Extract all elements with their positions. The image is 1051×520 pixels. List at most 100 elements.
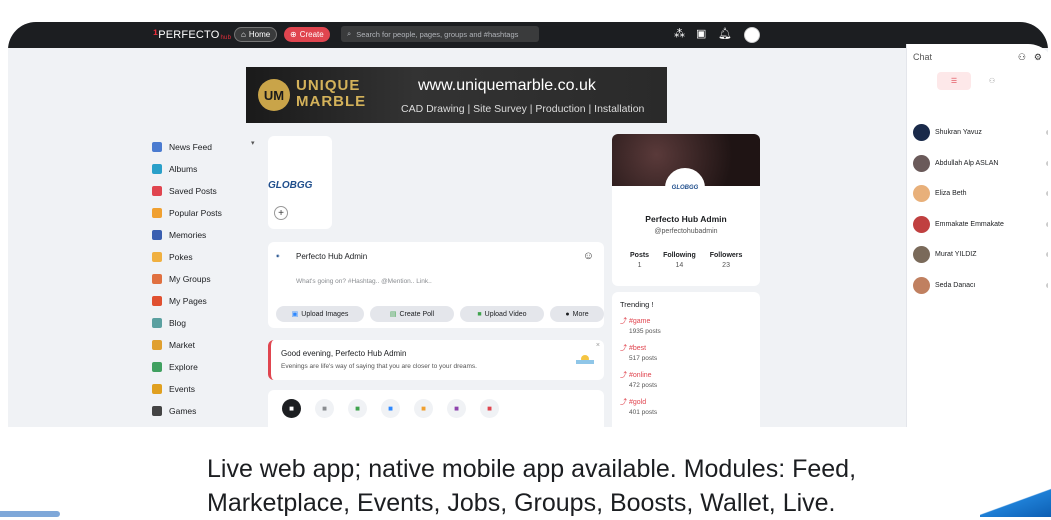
- avatar: [913, 276, 930, 294]
- trending-card: Trending ! ⤴ #game 1935 posts ⤴ #best 517 p…: [612, 292, 760, 427]
- composer-username: Perfecto Hub Admin: [296, 252, 368, 261]
- trending-item[interactable]: ⤴ #game 1935 posts: [620, 316, 661, 335]
- banner-logo: UM: [258, 79, 290, 111]
- user-avatar[interactable]: [744, 27, 760, 43]
- hashtag-text: #game: [628, 318, 651, 325]
- sidebar-item-popular-posts[interactable]: Popular Posts: [152, 202, 262, 224]
- music-icon[interactable]: ■: [414, 399, 433, 418]
- sidebar-item-saved-posts[interactable]: Saved Posts: [152, 180, 262, 202]
- sidebar-item-label: Saved Posts: [169, 186, 217, 196]
- chat-user[interactable]: Seda Danacı: [913, 276, 1048, 294]
- sidebar-item-explore[interactable]: Explore: [152, 356, 262, 378]
- stat-value: 23: [722, 262, 730, 269]
- stat-label: Followers: [709, 252, 743, 259]
- pages-icon: [152, 296, 162, 306]
- greeting-subtitle: Evenings are life's way of saying that y…: [281, 363, 477, 370]
- hashtag-label: ⤴ #online: [620, 370, 657, 380]
- upload-video-button[interactable]: ■ Upload Video: [460, 306, 544, 322]
- more-button[interactable]: ● More: [550, 306, 604, 322]
- sidebar-item-blog[interactable]: Blog: [152, 312, 262, 334]
- stat-value: 14: [675, 262, 684, 269]
- tab-online-users[interactable]: ☰: [937, 72, 971, 90]
- more-icon: ●: [565, 310, 570, 318]
- home-button[interactable]: ⌂ Home: [234, 27, 278, 42]
- tab-groups[interactable]: ⚇: [975, 72, 1009, 90]
- albums-icon: [152, 164, 162, 174]
- image-icon[interactable]: ■: [348, 399, 367, 418]
- sidebar-item-market[interactable]: Market: [152, 334, 262, 356]
- composer-avatar: ◉: [276, 253, 280, 258]
- quick-post-types: ■ ■ ■ ■ ■ ■ ■: [268, 390, 604, 427]
- plus-circle-icon: ⊕: [290, 30, 297, 39]
- sidebar-item-label: Blog: [169, 318, 187, 328]
- video-icon: ■: [477, 310, 482, 318]
- profile-name[interactable]: Perfecto Hub Admin: [612, 214, 760, 224]
- chat-user-name: Shukran Yavuz: [935, 129, 982, 136]
- trending-title: Trending !: [620, 300, 654, 309]
- bell-icon[interactable]: 🔔︎: [718, 27, 732, 40]
- chat-user[interactable]: Abdullah Alp ASLAN: [913, 154, 1048, 172]
- add-story-icon[interactable]: +: [274, 206, 288, 220]
- caption-line-2: Marketplace, Events, Jobs, Groups, Boost…: [207, 489, 836, 517]
- gif-icon[interactable]: ■: [315, 399, 334, 418]
- video-icon[interactable]: ■: [381, 399, 400, 418]
- following-stat[interactable]: Following 14: [663, 252, 696, 269]
- app-window: ¹ PERFECTO hub ⌂ Home ⊕ Create ⌕ Search …: [8, 22, 1048, 427]
- create-poll-button[interactable]: ▤ Create Poll: [370, 306, 454, 322]
- close-icon[interactable]: ×: [596, 342, 600, 349]
- greeting-card: Good evening, Perfecto Hub Admin Evening…: [268, 340, 604, 380]
- live-icon[interactable]: ■: [480, 399, 499, 418]
- add-friend-icon[interactable]: ⁂: [674, 27, 685, 40]
- market-icon: [152, 340, 162, 350]
- explore-icon: [152, 362, 162, 372]
- trending-item[interactable]: ⤴ #best 517 posts: [620, 343, 657, 362]
- composer-input[interactable]: What's going on? #Hashtag.. @Mention.. L…: [296, 278, 432, 285]
- stat-value: 1: [637, 262, 642, 269]
- trending-item[interactable]: ⤴ #gold 401 posts: [620, 397, 657, 416]
- chat-user[interactable]: Emmakate Emmakate: [913, 215, 1048, 233]
- trend-arrow-icon: ⤴: [620, 318, 629, 325]
- create-button[interactable]: ⊕ Create: [284, 27, 330, 42]
- story-logo: GLOBGG: [268, 180, 313, 191]
- search-input[interactable]: ⌕ Search for people, pages, groups and #…: [341, 26, 539, 42]
- followers-stat[interactable]: Followers 23: [710, 252, 743, 269]
- trend-arrow-icon: ⤴: [620, 345, 629, 352]
- avatar: [913, 246, 930, 263]
- sidebar-item-news-feed[interactable]: News Feed: [152, 136, 262, 158]
- status-dot-icon: [1046, 221, 1048, 227]
- chat-user[interactable]: Eliza Beth: [913, 185, 1048, 202]
- banner-brand-line1: UNIQUE: [296, 77, 361, 94]
- site-logo[interactable]: ¹ PERFECTO hub: [153, 26, 231, 44]
- sidebar-item-memories[interactable]: Memories: [152, 224, 262, 246]
- sidebar-item-my-pages[interactable]: My Pages: [152, 290, 262, 312]
- logo-hub-text: hub: [220, 35, 232, 41]
- emoji-icon[interactable]: ☺: [583, 250, 594, 262]
- chevron-down-icon[interactable]: ▾: [251, 139, 255, 147]
- left-sidebar: News Feed Albums Saved Posts Popular Posts M…: [152, 136, 262, 422]
- stat-label: Posts: [630, 252, 650, 259]
- messages-icon[interactable]: ▣: [696, 27, 706, 40]
- users-icon[interactable]: ⚇: [1018, 52, 1026, 63]
- chat-user[interactable]: Shukran Yavuz: [913, 124, 1048, 141]
- profile-avatar[interactable]: GLOBGG: [665, 168, 705, 208]
- games-icon: [152, 406, 162, 416]
- trending-item[interactable]: ⤴ #online 472 posts: [620, 370, 657, 389]
- sidebar-item-games[interactable]: Games: [152, 400, 262, 422]
- upload-images-button[interactable]: ▣ Upload Images: [276, 306, 364, 322]
- file-icon[interactable]: ■: [447, 399, 466, 418]
- sidebar-item-events[interactable]: Events: [152, 378, 262, 400]
- sidebar-item-pokes[interactable]: Pokes: [152, 246, 262, 268]
- blog-icon: [152, 318, 162, 328]
- banner-services: CAD Drawing | Site Survey | Production |…: [401, 103, 645, 115]
- gear-icon[interactable]: ⚙: [1034, 52, 1042, 63]
- chat-user[interactable]: Murat YILDIZ: [913, 246, 1048, 263]
- chat-user-name: Murat YILDIZ: [935, 251, 977, 258]
- sidebar-item-my-groups[interactable]: My Groups: [152, 268, 262, 290]
- text-post-icon[interactable]: ■: [282, 399, 301, 418]
- advertisement-banner[interactable]: UM UNIQUE MARBLE www.uniquemarble.co.uk …: [246, 67, 667, 123]
- chat-user-name: Abdullah Alp ASLAN: [935, 159, 999, 167]
- sidebar-item-albums[interactable]: Albums: [152, 158, 262, 180]
- caption-text: Live web app; native mobile app availabl…: [207, 452, 967, 520]
- posts-stat[interactable]: Posts 1: [630, 252, 649, 269]
- story-card[interactable]: GLOBGG +: [268, 136, 332, 229]
